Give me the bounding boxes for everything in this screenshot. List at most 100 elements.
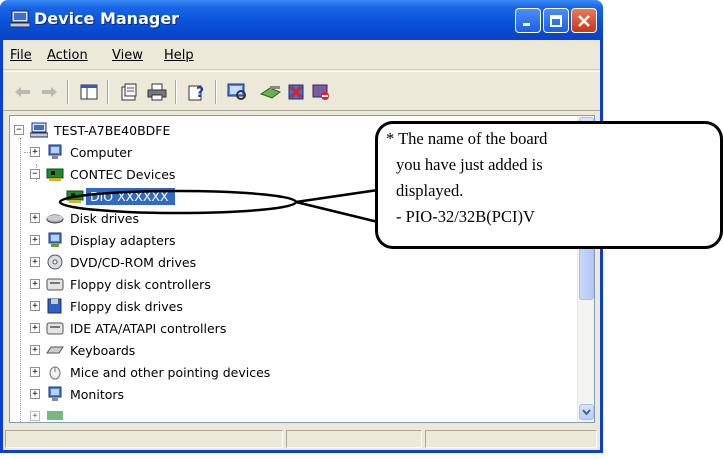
node-label: DVD/CD-ROM drives	[70, 254, 197, 270]
node-label: CONTEC Devices	[70, 166, 176, 182]
help-icon: ?	[188, 85, 204, 101]
status-bar	[3, 427, 600, 450]
scan-hardware-button[interactable]	[225, 81, 249, 103]
tree-root[interactable]: − TEST-A7BE40BDFE	[14, 120, 170, 140]
expand-toggle[interactable]: +	[30, 301, 40, 311]
disk-drive-icon	[46, 214, 64, 224]
board-icon	[46, 168, 64, 181]
status-pane-1	[5, 430, 283, 448]
tree-node-partial: +	[14, 406, 70, 422]
tree-node-dvd-cdrom[interactable]: + DVD/CD-ROM drives	[14, 252, 196, 272]
computer-icon	[10, 10, 30, 28]
uninstall-button[interactable]	[285, 81, 309, 103]
tree-node-monitors[interactable]: + Monitors	[14, 384, 124, 404]
tree-node-floppy-controllers[interactable]: + Floppy disk controllers	[14, 274, 211, 294]
mouse-icon	[49, 366, 61, 380]
expand-toggle[interactable]: +	[30, 235, 40, 245]
collapse-toggle[interactable]: −	[30, 169, 40, 179]
tree-node-floppy-drives[interactable]: + Floppy disk drives	[14, 296, 183, 316]
keyboard-icon	[46, 346, 64, 354]
back-arrow-icon	[15, 87, 30, 97]
network-icon	[47, 411, 63, 420]
menu-view[interactable]: View	[112, 48, 143, 63]
selected-node-label: DIO XXXXXX	[86, 187, 175, 205]
disable-icon	[312, 84, 329, 100]
scroll-down-button[interactable]	[579, 404, 594, 420]
tree-node-display-adapters[interactable]: + Display adapters	[14, 230, 175, 250]
board-icon	[66, 190, 84, 203]
node-label: Keyboards	[70, 342, 136, 358]
tree-node-keyboards[interactable]: + Keyboards	[14, 340, 135, 360]
close-button[interactable]	[571, 8, 597, 33]
callout-line-4: - PIO-32/32B(PCI)V	[396, 207, 535, 226]
help-button[interactable]: ?	[185, 81, 209, 103]
maximize-icon	[550, 14, 562, 27]
tree-node-mice[interactable]: + Mice and other pointing devices	[14, 362, 270, 382]
menu-bar: File Action View Help	[3, 40, 600, 70]
annotation-callout: * The name of the board you have just ad…	[375, 121, 723, 249]
minimize-icon	[523, 22, 530, 26]
tree-node-disk-drives[interactable]: + Disk drives	[14, 208, 139, 228]
callout-line-1: * The name of the board	[386, 129, 548, 148]
menu-action-label: Action	[47, 48, 88, 63]
back-button[interactable]	[11, 81, 35, 103]
collapse-toggle[interactable]: −	[14, 125, 24, 135]
node-label: Floppy disk controllers	[70, 276, 211, 292]
menu-file[interactable]: File	[10, 48, 32, 63]
window-title: Device Manager	[34, 9, 180, 28]
close-icon	[578, 14, 590, 27]
floppy-icon	[47, 298, 62, 314]
node-label: Mice and other pointing devices	[70, 364, 271, 380]
menu-view-label: View	[112, 48, 143, 63]
minimize-button[interactable]	[515, 8, 541, 33]
controller-icon	[46, 322, 64, 335]
node-label: Floppy disk drives	[70, 298, 183, 314]
tree-node-dio-board[interactable]: DIO XXXXXX	[66, 186, 175, 206]
controller-icon	[46, 278, 64, 291]
properties-button[interactable]	[117, 81, 141, 103]
root-label: TEST-A7BE40BDFE	[54, 122, 171, 138]
menu-help-label: Help	[164, 48, 194, 63]
node-label: Disk drives	[70, 210, 139, 226]
status-pane-2	[286, 430, 422, 448]
callout-line-3: displayed.	[396, 181, 464, 200]
uninstall-icon	[288, 84, 304, 100]
node-label: Display adapters	[70, 232, 176, 248]
chevron-down-icon	[582, 409, 591, 415]
node-label: Monitors	[70, 386, 125, 402]
properties-icon	[121, 83, 137, 101]
menu-file-label: File	[10, 48, 32, 63]
forward-button[interactable]	[37, 81, 61, 103]
print-button[interactable]	[145, 81, 169, 103]
tree-node-ide-controllers[interactable]: + IDE ATA/ATAPI controllers	[14, 318, 226, 338]
title-bar[interactable]: Device Manager	[0, 0, 603, 40]
scan-hardware-icon	[227, 83, 246, 100]
tree-node-computer[interactable]: + Computer	[14, 142, 132, 162]
menu-action[interactable]: Action	[47, 48, 88, 63]
cdrom-icon	[47, 254, 63, 270]
expand-toggle[interactable]: +	[30, 147, 40, 157]
callout-line-2: you have just added is	[396, 155, 543, 174]
expand-toggle[interactable]: +	[30, 257, 40, 267]
monitor-icon	[48, 386, 62, 401]
disable-button[interactable]	[309, 81, 333, 103]
status-pane-3	[425, 430, 597, 448]
expand-toggle: +	[30, 411, 40, 421]
computer-icon	[48, 144, 62, 159]
print-icon	[147, 83, 167, 101]
update-driver-icon	[260, 86, 282, 99]
show-hide-tree-button[interactable]	[77, 81, 101, 103]
update-driver-button[interactable]	[259, 81, 283, 103]
display-adapter-icon	[48, 232, 62, 247]
expand-toggle[interactable]: +	[30, 367, 40, 377]
svg-text:?: ?	[196, 85, 204, 101]
computer-icon	[30, 122, 48, 138]
expand-toggle[interactable]: +	[30, 213, 40, 223]
menu-help[interactable]: Help	[164, 48, 194, 63]
expand-toggle[interactable]: +	[30, 323, 40, 333]
expand-toggle[interactable]: +	[30, 345, 40, 355]
tree-node-contec-devices[interactable]: − CONTEC Devices	[14, 164, 175, 184]
expand-toggle[interactable]: +	[30, 389, 40, 399]
expand-toggle[interactable]: +	[30, 279, 40, 289]
maximize-button[interactable]	[543, 8, 569, 33]
